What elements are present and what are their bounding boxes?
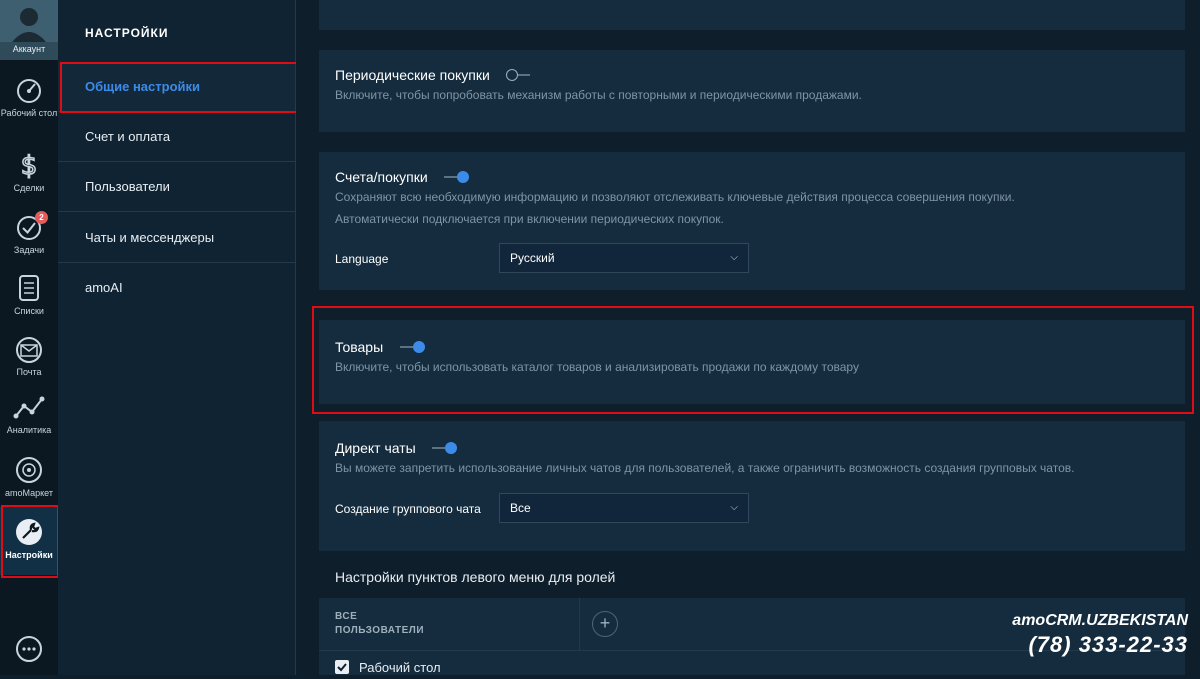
left-rail: Аккаунт Рабочий стол $ Сделки Задачи 2 С…: [0, 0, 59, 675]
periodic-toggle[interactable]: [506, 68, 532, 81]
dashboard-checkbox[interactable]: [335, 660, 349, 674]
rail-item-label: Почта: [16, 367, 42, 377]
avatar: [0, 0, 58, 42]
all-users-column-header: ВСЕ ПОЛЬЗОВАТЕЛИ: [335, 610, 565, 638]
goods-toggle[interactable]: [399, 340, 426, 353]
panel-top-partial: [319, 0, 1185, 30]
rail-item-settings[interactable]: Настройки: [0, 507, 58, 575]
goods-desc: Включите, чтобы использовать каталог тов…: [335, 360, 859, 374]
nav-general-settings[interactable]: Общие настройки: [58, 62, 295, 112]
dashboard-checkbox-label: Рабочий стол: [359, 660, 441, 675]
goods-title: Товары: [335, 338, 384, 355]
rail-item-dashboard[interactable]: Рабочий стол: [0, 77, 58, 119]
rail-item-lists[interactable]: Списки: [0, 273, 58, 317]
nav-amoai[interactable]: amoAI: [58, 263, 295, 313]
roles-section-title: Настройки пунктов левого меню для ролей: [335, 569, 616, 585]
rail-item-deals[interactable]: $ Сделки: [0, 150, 58, 194]
list-icon: [19, 275, 39, 301]
all-users-line-2: ПОЛЬЗОВАТЕЛИ: [335, 625, 425, 636]
rail-item-label: Списки: [14, 306, 44, 316]
settings-nav-title: НАСТРОЙКИ: [85, 26, 169, 40]
analytics-icon: [13, 396, 45, 419]
rail-item-mail[interactable]: Почта: [0, 336, 58, 378]
settings-nav: НАСТРОЙКИ Общие настройки Счет и оплата …: [58, 0, 300, 675]
brand-watermark: amoCRM.UZBEKISTAN (78) 333-22-33: [1012, 612, 1188, 658]
column-divider: [579, 598, 580, 650]
mail-icon: [16, 337, 42, 363]
invoices-toggle[interactable]: [444, 170, 470, 183]
brand-name: amoCRM.UZBEKISTAN: [1012, 612, 1188, 629]
all-users-line-1: ВСЕ: [335, 611, 358, 622]
chevron-down-icon: ⌵: [730, 502, 738, 513]
panel-invoices: Счета/покупки Сохраняют всю необходимую …: [319, 152, 1185, 290]
direct-chats-toggle[interactable]: [432, 441, 458, 454]
invoices-title: Счета/покупки: [335, 168, 428, 185]
rail-item-label: Настройки: [5, 550, 53, 560]
panel-periodic-purchases: Периодические покупки Включите, чтобы по…: [319, 50, 1185, 132]
group-chat-label: Создание группового чата: [335, 502, 481, 516]
chat-icon: [16, 636, 42, 662]
tasks-count-badge: 2: [35, 211, 48, 224]
periodic-title: Периодические покупки: [335, 66, 490, 83]
nav-chats[interactable]: Чаты и мессенджеры: [58, 213, 295, 263]
panel-goods: Товары Включите, чтобы использовать ката…: [319, 320, 1185, 404]
checkmark-icon: [337, 663, 347, 672]
rail-item-label: Сделки: [13, 183, 45, 193]
direct-chats-desc: Вы можете запретить использование личных…: [335, 461, 1075, 475]
rail-item-market[interactable]: amoМаркет: [0, 455, 58, 499]
rail-item-label: Задачи: [13, 245, 45, 255]
main-content: Периодические покупки Включите, чтобы по…: [296, 0, 1200, 675]
periodic-desc: Включите, чтобы попробовать механизм раб…: [335, 88, 862, 102]
add-role-button[interactable]: +: [592, 611, 618, 637]
direct-chats-title: Директ чаты: [335, 439, 416, 456]
panel-direct-chats: Директ чаты Вы можете запретить использо…: [319, 421, 1185, 551]
language-select-value: Русский: [510, 251, 555, 265]
rail-account[interactable]: Аккаунт: [0, 0, 58, 60]
wrench-icon: [16, 519, 42, 545]
language-select[interactable]: Русский ⌵: [499, 243, 749, 273]
dollar-icon: $: [20, 150, 38, 180]
brand-phone: (78) 333-22-33: [1028, 632, 1188, 657]
group-chat-select[interactable]: Все ⌵: [499, 493, 749, 523]
chevron-down-icon: ⌵: [730, 252, 738, 263]
group-chat-select-value: Все: [510, 501, 531, 515]
invoices-desc-2: Автоматически подключается при включении…: [335, 212, 724, 226]
rail-item-label: Аналитика: [6, 425, 52, 435]
market-icon: [16, 457, 42, 483]
nav-billing[interactable]: Счет и оплата: [58, 112, 295, 162]
rail-item-label: amoМаркет: [5, 488, 53, 498]
rail-item-label: Рабочий стол: [0, 108, 58, 118]
invoices-desc-1: Сохраняют всю необходимую информацию и п…: [335, 190, 1015, 204]
nav-users[interactable]: Пользователи: [58, 162, 295, 212]
language-label: Language: [335, 252, 389, 266]
avatar-icon: [0, 0, 58, 42]
rail-chat-button[interactable]: [0, 634, 58, 667]
dashboard-icon: [17, 79, 41, 103]
svg-text:$: $: [21, 151, 38, 180]
rail-item-tasks[interactable]: Задачи: [0, 214, 58, 256]
rail-item-analytics[interactable]: Аналитика: [0, 394, 58, 436]
rail-account-label: Аккаунт: [12, 44, 46, 54]
